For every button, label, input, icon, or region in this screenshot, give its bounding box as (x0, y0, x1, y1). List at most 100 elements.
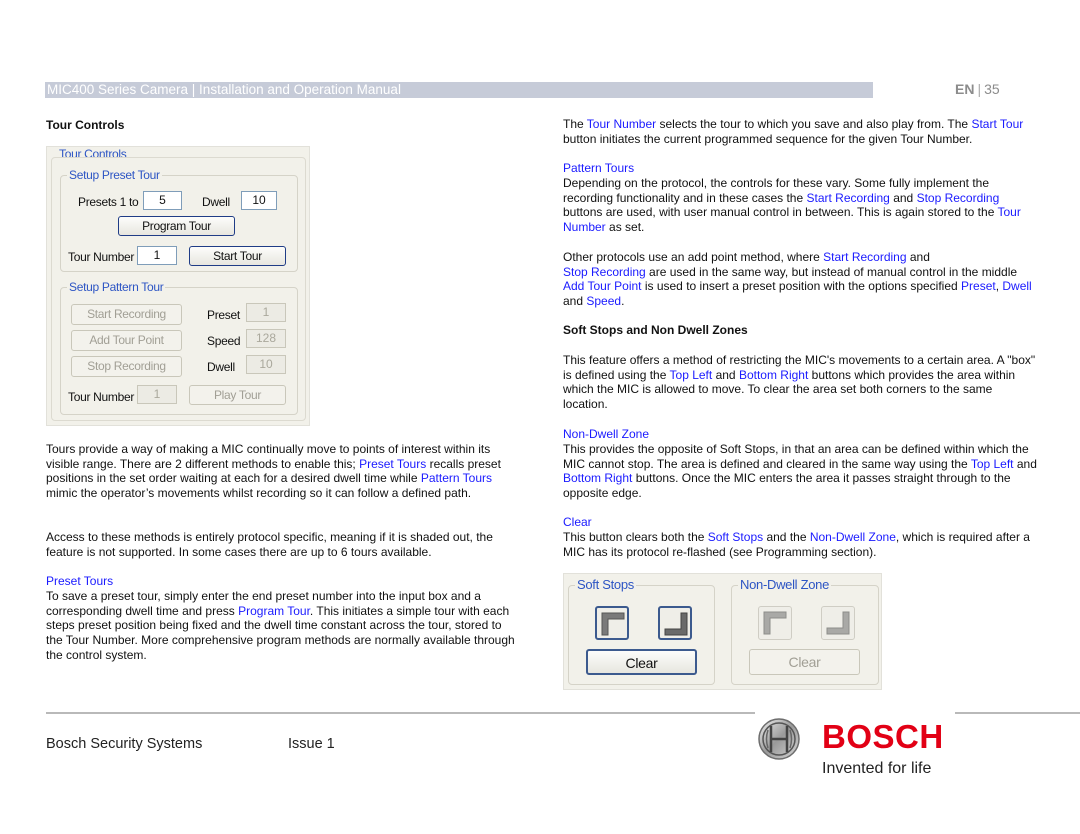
link-speed[interactable]: Speed (586, 294, 621, 308)
link-bottom-right[interactable]: Bottom Right (739, 368, 808, 382)
non-dwell-clear-button[interactable]: Clear (749, 649, 860, 675)
text-run: button initiates the current programmed … (563, 131, 973, 146)
page-separator: | (977, 81, 982, 97)
dwell-input[interactable]: 10 (241, 191, 277, 210)
link-pattern-tours[interactable]: Pattern Tours (421, 471, 492, 485)
soft-stops-legend: Soft Stops (575, 577, 636, 592)
link-start-recording[interactable]: Start Recording (806, 191, 889, 205)
soft-top-left-button[interactable] (595, 606, 629, 640)
page-indicator: EN | 35 (955, 81, 1000, 97)
speed-label: Speed (207, 334, 241, 348)
bosch-wordmark: BOSCH (822, 718, 944, 755)
link-stop-recording[interactable]: Stop Recording (917, 191, 1000, 205)
pattern-tours-paragraph: Depending on the protocol, the controls … (563, 176, 1038, 235)
text-run: are used in the same way, but instead of… (645, 264, 1018, 279)
link-tour-number[interactable]: Tour Number (587, 117, 656, 131)
soft-stops-dialog: Soft Stops Clear Non-Dwell Zone Clear (563, 573, 882, 690)
bosch-armature-logo-icon (758, 718, 800, 760)
text-run: and (906, 250, 930, 264)
tour-controls-dialog: Tour Controls Setup Preset Tour Presets … (46, 146, 310, 426)
soft-stops-paragraph: This feature offers a method of restrict… (563, 353, 1038, 412)
add-tour-point-button[interactable]: Add Tour Point (71, 330, 182, 351)
link-start-recording[interactable]: Start Recording (823, 250, 906, 264)
text-run: is used to insert a preset position with… (641, 279, 962, 294)
setup-preset-tour-legend: Setup Preset Tour (67, 168, 162, 182)
tours-intro-paragraph: Tours provide a way of making a MIC cont… (46, 442, 516, 501)
nondwell-top-left-button[interactable] (758, 606, 792, 640)
text-run: The (563, 117, 587, 131)
preset-label: Preset (207, 308, 240, 322)
subheading-preset-tours: Preset Tours (46, 574, 114, 588)
subheading-non-dwell-zone: Non-Dwell Zone (563, 427, 650, 441)
tour-number-paragraph: The Tour Number selects the tour to whic… (563, 117, 1038, 146)
program-tour-button[interactable]: Program Tour (118, 216, 235, 236)
add-point-paragraph: Other protocols use an add point method,… (563, 250, 1038, 309)
setup-pattern-tour-group: Setup Pattern Tour Start Recording Add T… (60, 280, 298, 415)
text-run: and the (763, 530, 810, 544)
text-run: . (621, 294, 625, 309)
bosch-tagline: Invented for life (822, 760, 932, 777)
text-run: This provides the opposite of Soft Stops… (563, 442, 1029, 471)
page-number: 35 (984, 81, 1000, 97)
link-bottom-right[interactable]: Bottom Right (563, 471, 632, 485)
text-run: and (712, 367, 739, 382)
text-run: selects the tour to which you save and a… (656, 117, 972, 131)
presets-input[interactable]: 5 (143, 191, 182, 210)
footer-issue: Issue 1 (288, 736, 335, 752)
text-run: This button clears both the (563, 530, 708, 544)
play-tour-button[interactable]: Play Tour (189, 385, 286, 405)
subheading-clear: Clear (563, 515, 592, 529)
pattern-dwell-input[interactable]: 10 (246, 355, 286, 374)
link-top-left[interactable]: Top Left (670, 368, 713, 382)
pattern-tour-number-label: Tour Number (68, 390, 135, 404)
non-dwell-zone-legend: Non-Dwell Zone (738, 577, 832, 592)
section-heading-tour-controls: Tour Controls (46, 118, 125, 132)
top-left-corner-icon (601, 612, 625, 636)
non-dwell-zone-group: Non-Dwell Zone Clear (731, 578, 879, 685)
setup-pattern-tour-legend: Setup Pattern Tour (67, 280, 166, 294)
document-title: MIC400 Series Camera | Installation and … (47, 82, 401, 97)
setup-preset-tour-group: Setup Preset Tour Presets 1 to 5 Dwell 1… (60, 168, 298, 272)
link-top-left[interactable]: Top Left (971, 457, 1014, 471)
start-tour-button[interactable]: Start Tour (189, 246, 286, 266)
stop-recording-button[interactable]: Stop Recording (71, 356, 182, 377)
soft-bottom-right-button[interactable] (658, 606, 692, 640)
subheading-pattern-tours: Pattern Tours (563, 161, 635, 175)
nondwell-bottom-right-button[interactable] (821, 606, 855, 640)
text-run: Other protocols use an add point method,… (563, 250, 824, 264)
protocol-access-paragraph: Access to these methods is entirely prot… (46, 530, 493, 559)
pattern-tour-number-input[interactable]: 1 (137, 385, 177, 404)
bottom-right-corner-icon (664, 612, 688, 636)
text-run: as set. (605, 220, 645, 235)
link-preset[interactable]: Preset (961, 279, 996, 293)
non-dwell-paragraph: This provides the opposite of Soft Stops… (563, 442, 1038, 501)
text-run: mimic the operator’s movements whilst re… (46, 486, 472, 501)
link-stop-recording[interactable]: Stop Recording (563, 265, 646, 279)
link-add-tour-point[interactable]: Add Tour Point (563, 279, 642, 293)
text-run: and (563, 294, 587, 309)
text-run: buttons are used, with user manual contr… (563, 205, 998, 220)
clear-paragraph: This button clears both the Soft Stops a… (563, 530, 1038, 559)
top-left-corner-icon (763, 611, 787, 635)
presets-label: Presets 1 to (78, 195, 139, 209)
pattern-dwell-label: Dwell (207, 360, 235, 374)
speed-input[interactable]: 128 (246, 329, 286, 348)
language-code: EN (955, 81, 975, 97)
link-preset-tours[interactable]: Preset Tours (359, 457, 426, 471)
tour-number-label: Tour Number (68, 250, 135, 264)
link-soft-stops[interactable]: Soft Stops (708, 530, 763, 544)
section-heading-soft-stops: Soft Stops and Non Dwell Zones (563, 323, 748, 337)
start-recording-button[interactable]: Start Recording (71, 304, 182, 325)
soft-stops-group: Soft Stops Clear (568, 578, 715, 685)
preset-input[interactable]: 1 (246, 303, 286, 322)
tour-number-input[interactable]: 1 (137, 246, 177, 265)
link-start-tour[interactable]: Start Tour (971, 117, 1023, 131)
bottom-right-corner-icon (826, 611, 850, 635)
link-non-dwell-zone[interactable]: Non-Dwell Zone (810, 530, 896, 544)
footer-company: Bosch Security Systems (46, 736, 203, 752)
dwell-label: Dwell (202, 195, 230, 209)
text-run: and (1013, 456, 1037, 471)
link-dwell[interactable]: Dwell (1002, 279, 1031, 293)
soft-stops-clear-button[interactable]: Clear (586, 649, 697, 675)
link-program-tour[interactable]: Program Tour (238, 604, 310, 618)
